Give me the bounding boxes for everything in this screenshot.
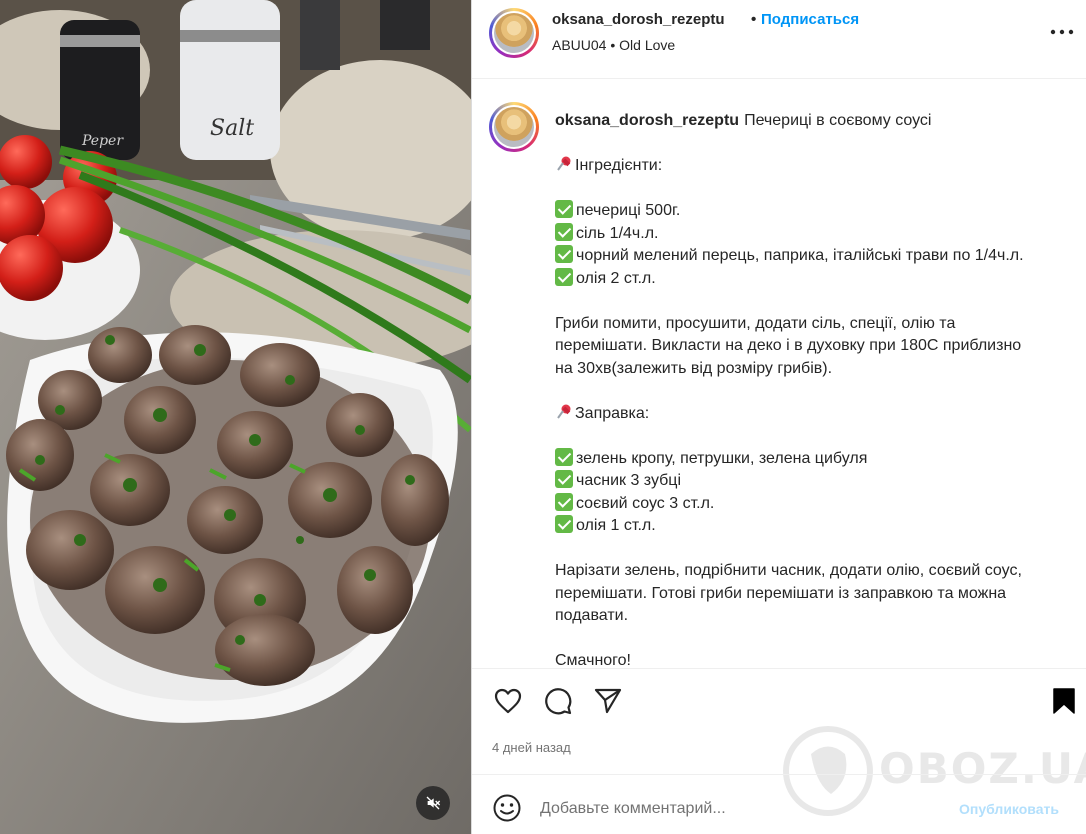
check-mark-emoji <box>555 492 573 511</box>
comment-bar: Опубликовать <box>472 774 1086 834</box>
check-mark-emoji <box>555 447 573 466</box>
action-bar <box>472 668 1086 734</box>
heart-icon <box>494 688 522 714</box>
ingredient-item: сіль 1/4ч.л. <box>555 222 1075 246</box>
mute-button[interactable] <box>416 786 450 820</box>
caption-username[interactable]: oksana_dorosh_rezeptu <box>555 112 739 129</box>
dressing-item: олія 1 ст.л. <box>555 515 1075 538</box>
pushpin-emoji <box>557 404 571 419</box>
author-avatar-image <box>494 13 534 53</box>
instructions-line: перемішати. Готові гриби перемішати із з… <box>555 584 1007 602</box>
dressing-item: часник 3 зубці <box>555 470 1075 493</box>
bookmark-icon <box>1053 688 1075 714</box>
post-header: oksana_dorosh_rezeptu • Подписаться ABUU… <box>472 0 1086 79</box>
author-avatar[interactable] <box>489 8 539 58</box>
ingredient-text: печериці 500г. <box>576 202 681 219</box>
comment-button[interactable] <box>542 685 574 717</box>
salt-label: Salt <box>210 116 254 141</box>
mushroom-dish-photo: Peper Salt <box>0 0 471 834</box>
ingredient-text: чорний мелений перець, паприка, італійсь… <box>576 247 1024 264</box>
ingredient-text: сіль 1/4ч.л. <box>576 224 659 242</box>
instructions-line: Гриби помити, просушити, додати сіль, сп… <box>555 314 956 332</box>
separator-dot: • <box>751 11 757 28</box>
publish-button[interactable]: Опубликовать <box>959 801 1059 817</box>
ingredient-item: олія 2 ст.л. <box>555 267 1075 291</box>
instructions-line: подавати. <box>555 607 629 624</box>
check-mark-emoji <box>555 515 573 533</box>
check-mark-emoji <box>555 200 573 218</box>
share-button[interactable] <box>592 685 624 717</box>
pepper-label: Peper <box>81 133 124 149</box>
instructions-line: перемішати. Викласти на деко і в духовку… <box>555 337 1022 354</box>
comment-input[interactable] <box>540 797 940 821</box>
check-mark-emoji <box>555 245 573 263</box>
check-mark-emoji <box>555 267 573 286</box>
closing-line: Смачного! <box>555 652 631 668</box>
caption-title: Печериці в соєвому соусі <box>744 112 932 129</box>
dressing-heading-text: Заправка: <box>575 404 650 422</box>
post-timestamp[interactable]: 4 дней назад <box>492 740 571 755</box>
comment-bubble-icon <box>545 688 572 715</box>
caption-text: oksana_dorosh_rezeptu Печериці в соєвому … <box>555 110 1075 668</box>
author-username[interactable]: oksana_dorosh_rezeptu <box>552 11 725 28</box>
post-media[interactable]: Peper Salt <box>0 0 471 834</box>
post-caption: oksana_dorosh_rezeptu Печериці в соєвому … <box>472 80 1086 668</box>
instructions-line: Нарізати зелень, подрібнити часник, дода… <box>555 562 1022 579</box>
check-mark-emoji <box>555 470 573 488</box>
caption-author-avatar-image <box>494 107 534 147</box>
ingredients-heading: Інгредієнти: <box>555 155 1075 178</box>
dressing-heading: Заправка: <box>555 403 1075 426</box>
smiley-icon[interactable] <box>492 793 522 823</box>
speaker-muted-icon <box>426 796 441 810</box>
dressing-text: часник 3 зубці <box>576 472 682 489</box>
audio-track-link[interactable]: ABUU04 • Old Love <box>552 37 675 53</box>
ingredient-text: олія 2 ст.л. <box>576 269 656 287</box>
dressing-text: соєвий соус 3 ст.л. <box>576 494 715 512</box>
caption-author-avatar[interactable] <box>489 102 539 152</box>
ingredient-item: чорний мелений перець, паприка, італійсь… <box>555 245 1075 268</box>
dressing-item: соєвий соус 3 ст.л. <box>555 492 1075 516</box>
more-horizontal-icon <box>1050 29 1074 35</box>
save-button[interactable] <box>1048 685 1080 717</box>
paper-plane-icon <box>594 688 622 714</box>
pushpin-emoji <box>557 156 571 171</box>
dressing-text: олія 1 ст.л. <box>576 517 656 534</box>
ingredient-item: печериці 500г. <box>555 200 1075 223</box>
more-options-button[interactable] <box>1048 20 1076 44</box>
instructions-line: на 30хв(залежить від розміру грибів). <box>555 359 833 377</box>
ingredients-heading-text: Інгредієнти: <box>575 157 663 174</box>
post-details-panel: oksana_dorosh_rezeptu • Подписаться ABUU… <box>471 0 1086 834</box>
dressing-item: зелень кропу, петрушки, зелена цибуля <box>555 447 1075 471</box>
dressing-text: зелень кропу, петрушки, зелена цибуля <box>576 449 868 467</box>
like-button[interactable] <box>492 685 524 717</box>
follow-button[interactable]: Подписаться <box>761 11 859 28</box>
check-mark-emoji <box>555 222 573 241</box>
